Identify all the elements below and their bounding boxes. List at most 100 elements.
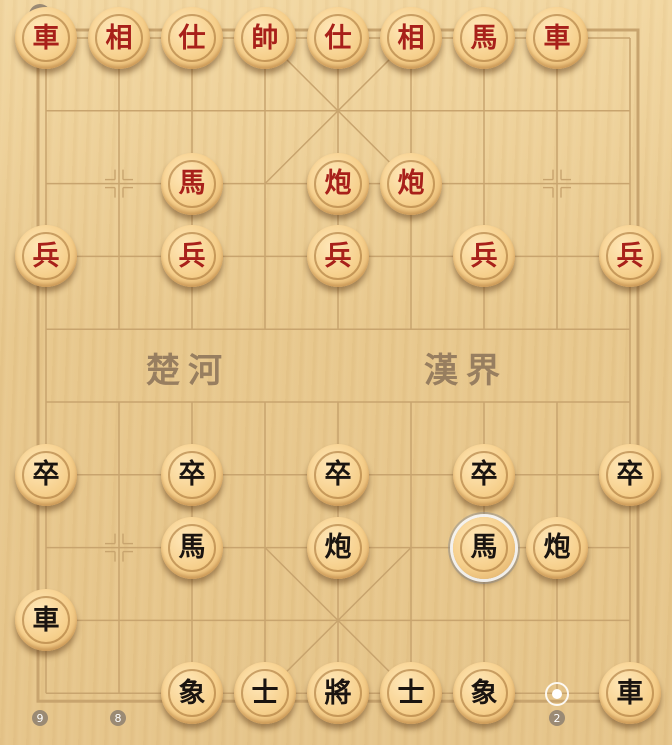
- piece-ring: 相: [95, 14, 143, 62]
- xiangqi-board[interactable]: 楚河 漢界 9 8 2 車相仕帥仕相馬車馬炮炮兵兵兵兵兵卒卒卒卒卒馬炮馬炮車象士…: [0, 0, 672, 745]
- red-piece[interactable]: 炮: [307, 152, 369, 215]
- piece-label: 兵: [616, 240, 644, 272]
- piece-ring: 仕: [314, 14, 362, 62]
- piece-label: 車: [32, 22, 60, 54]
- black-piece[interactable]: 車: [15, 589, 77, 652]
- black-piece[interactable]: 卒: [161, 443, 223, 506]
- last-move-marker[interactable]: [545, 682, 569, 706]
- black-piece[interactable]: 象: [453, 662, 515, 725]
- piece-label: 兵: [324, 240, 352, 272]
- red-piece[interactable]: 兵: [161, 225, 223, 288]
- dot-icon: [552, 689, 562, 699]
- piece-label: 士: [251, 677, 279, 709]
- piece-ring: 炮: [314, 523, 362, 572]
- piece-ring: 兵: [314, 232, 362, 281]
- piece-label: 卒: [470, 459, 498, 491]
- file-label-9: 9: [32, 710, 48, 726]
- river-label-han-jie: 漢界: [424, 351, 508, 391]
- river-label-chu-he: 楚河: [146, 351, 230, 391]
- piece-ring: 兵: [460, 232, 508, 281]
- black-piece[interactable]: 象: [161, 662, 223, 725]
- piece-label: 仕: [324, 22, 352, 54]
- piece-ring: 象: [460, 669, 508, 718]
- piece-ring: 卒: [314, 450, 362, 499]
- piece-ring: 炮: [387, 159, 435, 208]
- piece-label: 炮: [324, 168, 352, 200]
- piece-ring: 將: [314, 669, 362, 718]
- piece-label: 象: [178, 677, 206, 709]
- piece-label: 卒: [324, 459, 352, 491]
- piece-label: 炮: [397, 168, 425, 200]
- piece-label: 兵: [178, 240, 206, 272]
- red-piece[interactable]: 相: [88, 7, 150, 69]
- red-piece[interactable]: 仕: [161, 7, 223, 69]
- black-piece[interactable]: 馬: [453, 516, 515, 579]
- red-piece[interactable]: 炮: [380, 152, 442, 215]
- piece-label: 相: [105, 22, 133, 54]
- red-piece[interactable]: 馬: [453, 7, 515, 69]
- piece-label: 將: [324, 677, 352, 709]
- piece-label: 卒: [32, 459, 60, 491]
- piece-ring: 帥: [241, 14, 289, 62]
- piece-ring: 車: [606, 669, 654, 718]
- piece-label: 炮: [543, 532, 571, 564]
- black-piece[interactable]: 炮: [307, 516, 369, 579]
- file-label-2: 2: [549, 710, 565, 726]
- piece-ring: 馬: [168, 523, 216, 572]
- piece-ring: 仕: [168, 14, 216, 62]
- black-piece[interactable]: 卒: [307, 443, 369, 506]
- piece-ring: 卒: [460, 450, 508, 499]
- piece-ring: 兵: [606, 232, 654, 281]
- piece-ring: 卒: [606, 450, 654, 499]
- piece-ring: 相: [387, 14, 435, 62]
- file-label-8: 8: [110, 710, 126, 726]
- piece-ring: 馬: [168, 159, 216, 208]
- piece-label: 仕: [178, 22, 206, 54]
- piece-label: 相: [397, 22, 425, 54]
- piece-label: 士: [397, 677, 425, 709]
- black-piece[interactable]: 卒: [15, 443, 77, 506]
- piece-label: 卒: [616, 459, 644, 491]
- piece-label: 車: [543, 22, 571, 54]
- red-piece[interactable]: 兵: [599, 225, 661, 288]
- black-piece[interactable]: 車: [599, 662, 661, 725]
- red-piece[interactable]: 兵: [453, 225, 515, 288]
- piece-ring: 車: [533, 14, 581, 62]
- black-piece[interactable]: 士: [380, 662, 442, 725]
- piece-ring: 士: [241, 669, 289, 718]
- piece-label: 車: [32, 604, 60, 636]
- red-piece[interactable]: 相: [380, 7, 442, 69]
- black-piece[interactable]: 士: [234, 662, 296, 725]
- red-piece[interactable]: 帥: [234, 7, 296, 69]
- piece-label: 馬: [178, 532, 206, 564]
- piece-label: 馬: [178, 168, 206, 200]
- red-piece[interactable]: 兵: [15, 225, 77, 288]
- red-piece[interactable]: 仕: [307, 7, 369, 69]
- piece-label: 車: [616, 677, 644, 709]
- piece-ring: 卒: [22, 450, 70, 499]
- piece-ring: 兵: [168, 232, 216, 281]
- black-piece[interactable]: 馬: [161, 516, 223, 579]
- piece-ring: 兵: [22, 232, 70, 281]
- red-piece[interactable]: 兵: [307, 225, 369, 288]
- black-piece[interactable]: 炮: [526, 516, 588, 579]
- piece-ring: 馬: [460, 14, 508, 62]
- piece-label: 炮: [324, 532, 352, 564]
- red-piece[interactable]: 車: [526, 7, 588, 69]
- piece-label: 兵: [32, 240, 60, 272]
- red-piece[interactable]: 車: [15, 7, 77, 69]
- black-piece[interactable]: 卒: [599, 443, 661, 506]
- piece-label: 卒: [178, 459, 206, 491]
- piece-label: 馬: [470, 532, 498, 564]
- piece-ring: 炮: [314, 159, 362, 208]
- red-piece[interactable]: 馬: [161, 152, 223, 215]
- piece-ring: 車: [22, 596, 70, 645]
- piece-ring: 馬: [460, 523, 508, 572]
- piece-ring: 卒: [168, 450, 216, 499]
- black-piece[interactable]: 將: [307, 662, 369, 725]
- piece-ring: 車: [22, 14, 70, 62]
- piece-ring: 炮: [533, 523, 581, 572]
- piece-label: 兵: [470, 240, 498, 272]
- piece-label: 馬: [470, 22, 498, 54]
- black-piece[interactable]: 卒: [453, 443, 515, 506]
